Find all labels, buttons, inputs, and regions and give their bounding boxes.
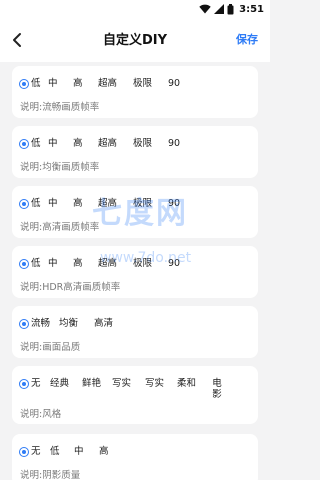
save-button[interactable]: 保存 xyxy=(236,31,258,47)
radio-selected-icon xyxy=(19,379,29,389)
setting-card-style: 无 经典 鲜艳 写实 写实 柔和 电影 说明:风格 xyxy=(12,366,258,424)
status-bar: 3:51 xyxy=(0,0,270,18)
option-item[interactable]: 高清 xyxy=(94,318,113,330)
setting-card-smooth-framerate: 低 中 高 超高 极限 90 说明:流畅画质帧率 xyxy=(12,66,258,118)
option-group: 低 中 高 超高 极限 90 xyxy=(19,258,250,270)
option-item[interactable]: 写实 xyxy=(145,378,177,390)
option-item[interactable]: 高 xyxy=(73,198,98,210)
option-item[interactable]: 极限 xyxy=(133,78,168,90)
status-time: 3:51 xyxy=(239,3,264,15)
option-item[interactable]: 低 xyxy=(19,198,48,210)
setting-card-shadow-quality: 无 低 中 高 说明:阴影质量 xyxy=(12,434,258,480)
option-item[interactable]: 低 xyxy=(50,446,74,458)
option-group: 无 经典 鲜艳 写实 写实 柔和 电影 xyxy=(19,378,250,400)
option-group: 低 中 高 超高 极限 90 xyxy=(19,138,250,150)
card-description: 说明:风格 xyxy=(20,409,62,420)
option-item[interactable]: 中 xyxy=(48,258,73,270)
option-item[interactable]: 90 xyxy=(168,78,180,90)
radio-selected-icon xyxy=(19,139,29,149)
card-description: 说明:HDR高清画质帧率 xyxy=(20,282,121,293)
wifi-icon xyxy=(199,4,211,14)
option-item[interactable]: 90 xyxy=(168,258,180,270)
option-item[interactable]: 柔和 xyxy=(177,378,211,390)
option-item[interactable]: 极限 xyxy=(133,258,168,270)
option-item[interactable]: 中 xyxy=(74,446,99,458)
setting-card-picture-quality: 流畅 均衡 高清 说明:画面品质 xyxy=(12,306,258,358)
setting-card-hd-framerate: 低 中 高 超高 极限 90 说明:高清画质帧率 xyxy=(12,186,258,238)
option-item[interactable]: 超高 xyxy=(98,198,133,210)
option-item[interactable]: 高 xyxy=(73,138,98,150)
option-item[interactable]: 高 xyxy=(99,446,109,458)
option-group: 低 中 高 超高 极限 90 xyxy=(19,78,250,90)
card-description: 说明:均衡画质帧率 xyxy=(20,162,100,173)
option-item[interactable]: 中 xyxy=(48,198,73,210)
radio-selected-icon xyxy=(19,199,29,209)
option-item[interactable]: 超高 xyxy=(98,138,133,150)
option-item[interactable]: 超高 xyxy=(98,78,133,90)
status-icons: 3:51 xyxy=(199,2,264,16)
radio-selected-icon xyxy=(19,259,29,269)
option-item[interactable]: 经典 xyxy=(50,378,82,390)
radio-selected-icon xyxy=(19,79,29,89)
option-item[interactable]: 写实 xyxy=(112,378,145,390)
option-item[interactable]: 均衡 xyxy=(59,318,94,330)
card-description: 说明:流畅画质帧率 xyxy=(20,102,100,113)
option-item[interactable]: 极限 xyxy=(133,198,168,210)
page-title: 自定义DIY xyxy=(102,33,168,48)
option-item[interactable]: 流畅 xyxy=(19,318,59,330)
card-description: 说明:阴影质量 xyxy=(20,470,81,480)
option-item[interactable]: 极限 xyxy=(133,138,168,150)
option-item[interactable]: 超高 xyxy=(98,258,133,270)
card-description: 说明:高清画质帧率 xyxy=(20,222,100,233)
option-item[interactable]: 90 xyxy=(168,138,180,150)
signal-icon xyxy=(214,4,225,14)
option-item[interactable]: 中 xyxy=(48,78,73,90)
option-item[interactable]: 无 xyxy=(19,378,50,390)
setting-card-balanced-framerate: 低 中 高 超高 极限 90 说明:均衡画质帧率 xyxy=(12,126,258,178)
card-description: 说明:画面品质 xyxy=(20,342,81,353)
option-item[interactable]: 高 xyxy=(73,258,98,270)
option-item[interactable]: 鲜艳 xyxy=(82,378,112,390)
option-item[interactable]: 高 xyxy=(73,78,98,90)
option-group: 低 中 高 超高 极限 90 xyxy=(19,198,250,210)
option-item[interactable]: 低 xyxy=(19,138,48,150)
setting-card-hdr-framerate: 低 中 高 超高 极限 90 说明:HDR高清画质帧率 xyxy=(12,246,258,298)
option-item[interactable]: 低 xyxy=(19,78,48,90)
option-group: 无 低 中 高 xyxy=(19,446,250,458)
option-item[interactable]: 电影 xyxy=(211,378,223,400)
option-item[interactable]: 90 xyxy=(168,198,180,210)
battery-icon xyxy=(227,3,234,14)
app-header: 自定义DIY 保存 xyxy=(0,18,270,62)
option-item[interactable]: 低 xyxy=(19,258,48,270)
radio-selected-icon xyxy=(19,447,29,457)
option-item[interactable]: 无 xyxy=(19,446,50,458)
option-group: 流畅 均衡 高清 xyxy=(19,318,250,330)
radio-selected-icon xyxy=(19,319,29,329)
option-item[interactable]: 中 xyxy=(48,138,73,150)
